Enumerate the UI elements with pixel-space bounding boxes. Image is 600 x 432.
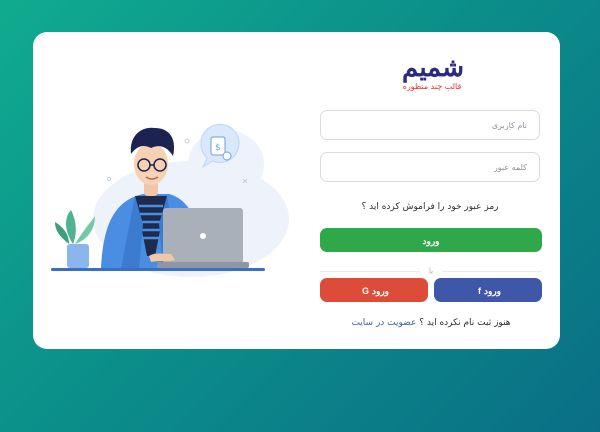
login-button[interactable]: ورود [320,228,542,252]
laptop-logo [200,233,206,239]
logo-mark: شمیم [402,53,465,83]
facebook-icon: f [477,286,481,296]
facebook-login-label: ورود [483,286,502,296]
svg-text:$: $ [215,143,221,153]
google-icon: G [361,286,369,296]
person-laptop-illustration: $ [51,123,289,277]
plant-pot [67,244,89,268]
signup-prompt-text: هنوز ثبت نام نکرده اید ؟ [419,318,511,328]
google-login-button[interactable]: G ورود [320,278,428,302]
logo-tagline: قالب چند منظوره [402,82,462,91]
forgot-password-link[interactable]: رمز عبور خود را فراموش کرده اید ؟ [320,202,540,212]
login-card: $ شمیم قالب چند منظوره رمز عبور خود را ف… [33,32,560,349]
desk [51,268,265,271]
or-separator: یا [420,265,442,277]
password-input[interactable] [320,152,540,182]
signup-prompt: هنوز ثبت نام نکرده اید ؟ عضویت در سایت [320,318,542,328]
signup-link[interactable]: عضویت در سایت [351,318,416,328]
brand-logo[interactable]: شمیم قالب چند منظوره [395,54,469,100]
username-input[interactable] [320,110,540,140]
facebook-login-button[interactable]: f ورود [434,278,542,302]
google-login-label: ورود [371,286,390,296]
check-icon [222,151,232,161]
